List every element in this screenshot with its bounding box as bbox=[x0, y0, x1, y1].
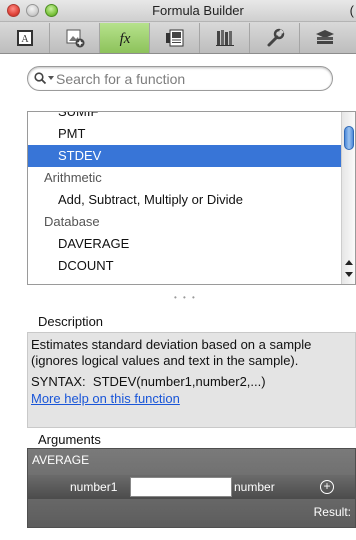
function-list[interactable]: SUMIF PMT STDEV Arithmetic Add, Subtract… bbox=[27, 111, 356, 285]
search-input[interactable] bbox=[56, 70, 326, 88]
description-label: Description bbox=[38, 314, 104, 329]
svg-text:A: A bbox=[21, 34, 29, 45]
add-media-icon bbox=[66, 29, 84, 48]
formula-builder-toolbar: A fx bbox=[0, 22, 356, 54]
argument-function-name: AVERAGE bbox=[32, 453, 90, 467]
toolbar-stack-button[interactable] bbox=[300, 23, 350, 53]
description-box: Estimates standard deviation based on a … bbox=[27, 332, 356, 428]
syntax-text: STDEV(number1,number2,...) bbox=[92, 374, 266, 389]
list-item-selected[interactable]: STDEV bbox=[28, 145, 342, 167]
list-item[interactable]: PMT bbox=[28, 123, 342, 145]
arguments-panel: AVERAGE number1 number + Result: bbox=[27, 448, 356, 528]
scrollbar-thumb[interactable] bbox=[344, 126, 354, 150]
toolbar-function-button[interactable]: fx bbox=[100, 23, 150, 53]
clipped-edge-glyph: ( bbox=[349, 3, 354, 18]
function-fx-icon: fx bbox=[119, 31, 130, 47]
title-bar: Formula Builder ( bbox=[0, 0, 356, 22]
panel-splitter-handle[interactable]: • • • bbox=[174, 293, 197, 302]
stack-icon bbox=[316, 30, 334, 44]
zoom-window-button[interactable] bbox=[45, 4, 58, 17]
list-item[interactable]: DCOUNT bbox=[28, 255, 342, 277]
function-search-field[interactable] bbox=[27, 66, 333, 91]
list-item[interactable]: Add, Subtract, Multiply or Divide bbox=[28, 189, 342, 211]
books-icon bbox=[215, 30, 234, 46]
argument-type: number bbox=[234, 480, 275, 494]
toolbar-books-button[interactable] bbox=[200, 23, 250, 53]
syntax-label: SYNTAX: bbox=[31, 374, 86, 389]
arguments-label: Arguments bbox=[38, 432, 101, 447]
text-box-icon: A bbox=[16, 30, 33, 46]
more-help-link[interactable]: More help on this function bbox=[31, 391, 349, 407]
wrench-icon bbox=[267, 28, 284, 47]
list-scrollbar[interactable] bbox=[341, 112, 355, 284]
scroll-down-arrow-icon[interactable] bbox=[345, 272, 353, 277]
toolbar-add-media-button[interactable] bbox=[50, 23, 100, 53]
scroll-up-arrow-icon[interactable] bbox=[345, 260, 353, 265]
list-item[interactable]: SUMIF bbox=[28, 112, 342, 123]
svg-text:fx: fx bbox=[119, 31, 130, 47]
list-group-header: Database bbox=[44, 214, 100, 229]
search-options-chevron-icon[interactable] bbox=[48, 76, 54, 80]
search-icon bbox=[34, 72, 47, 85]
window-title: Formula Builder bbox=[152, 3, 244, 18]
toolbar-wrench-button[interactable] bbox=[250, 23, 300, 53]
argument-name: number1 bbox=[70, 480, 118, 494]
syntax-line: SYNTAX: STDEV(number1,number2,...) bbox=[31, 374, 349, 390]
list-item[interactable]: DAVERAGE bbox=[28, 233, 342, 255]
argument-row: number1 number + bbox=[28, 475, 355, 499]
result-label: Result: bbox=[313, 505, 351, 519]
gallery-icon bbox=[165, 29, 183, 47]
list-group-header: Arithmetic bbox=[44, 170, 102, 185]
add-argument-icon[interactable]: + bbox=[320, 480, 334, 494]
toolbar-text-box-button[interactable]: A bbox=[0, 23, 50, 53]
close-window-button[interactable] bbox=[7, 4, 20, 17]
toolbar-gallery-button[interactable] bbox=[150, 23, 200, 53]
minimize-window-button[interactable] bbox=[26, 4, 39, 17]
description-text: Estimates standard deviation based on a … bbox=[31, 337, 312, 368]
argument-value-input[interactable] bbox=[130, 477, 232, 497]
